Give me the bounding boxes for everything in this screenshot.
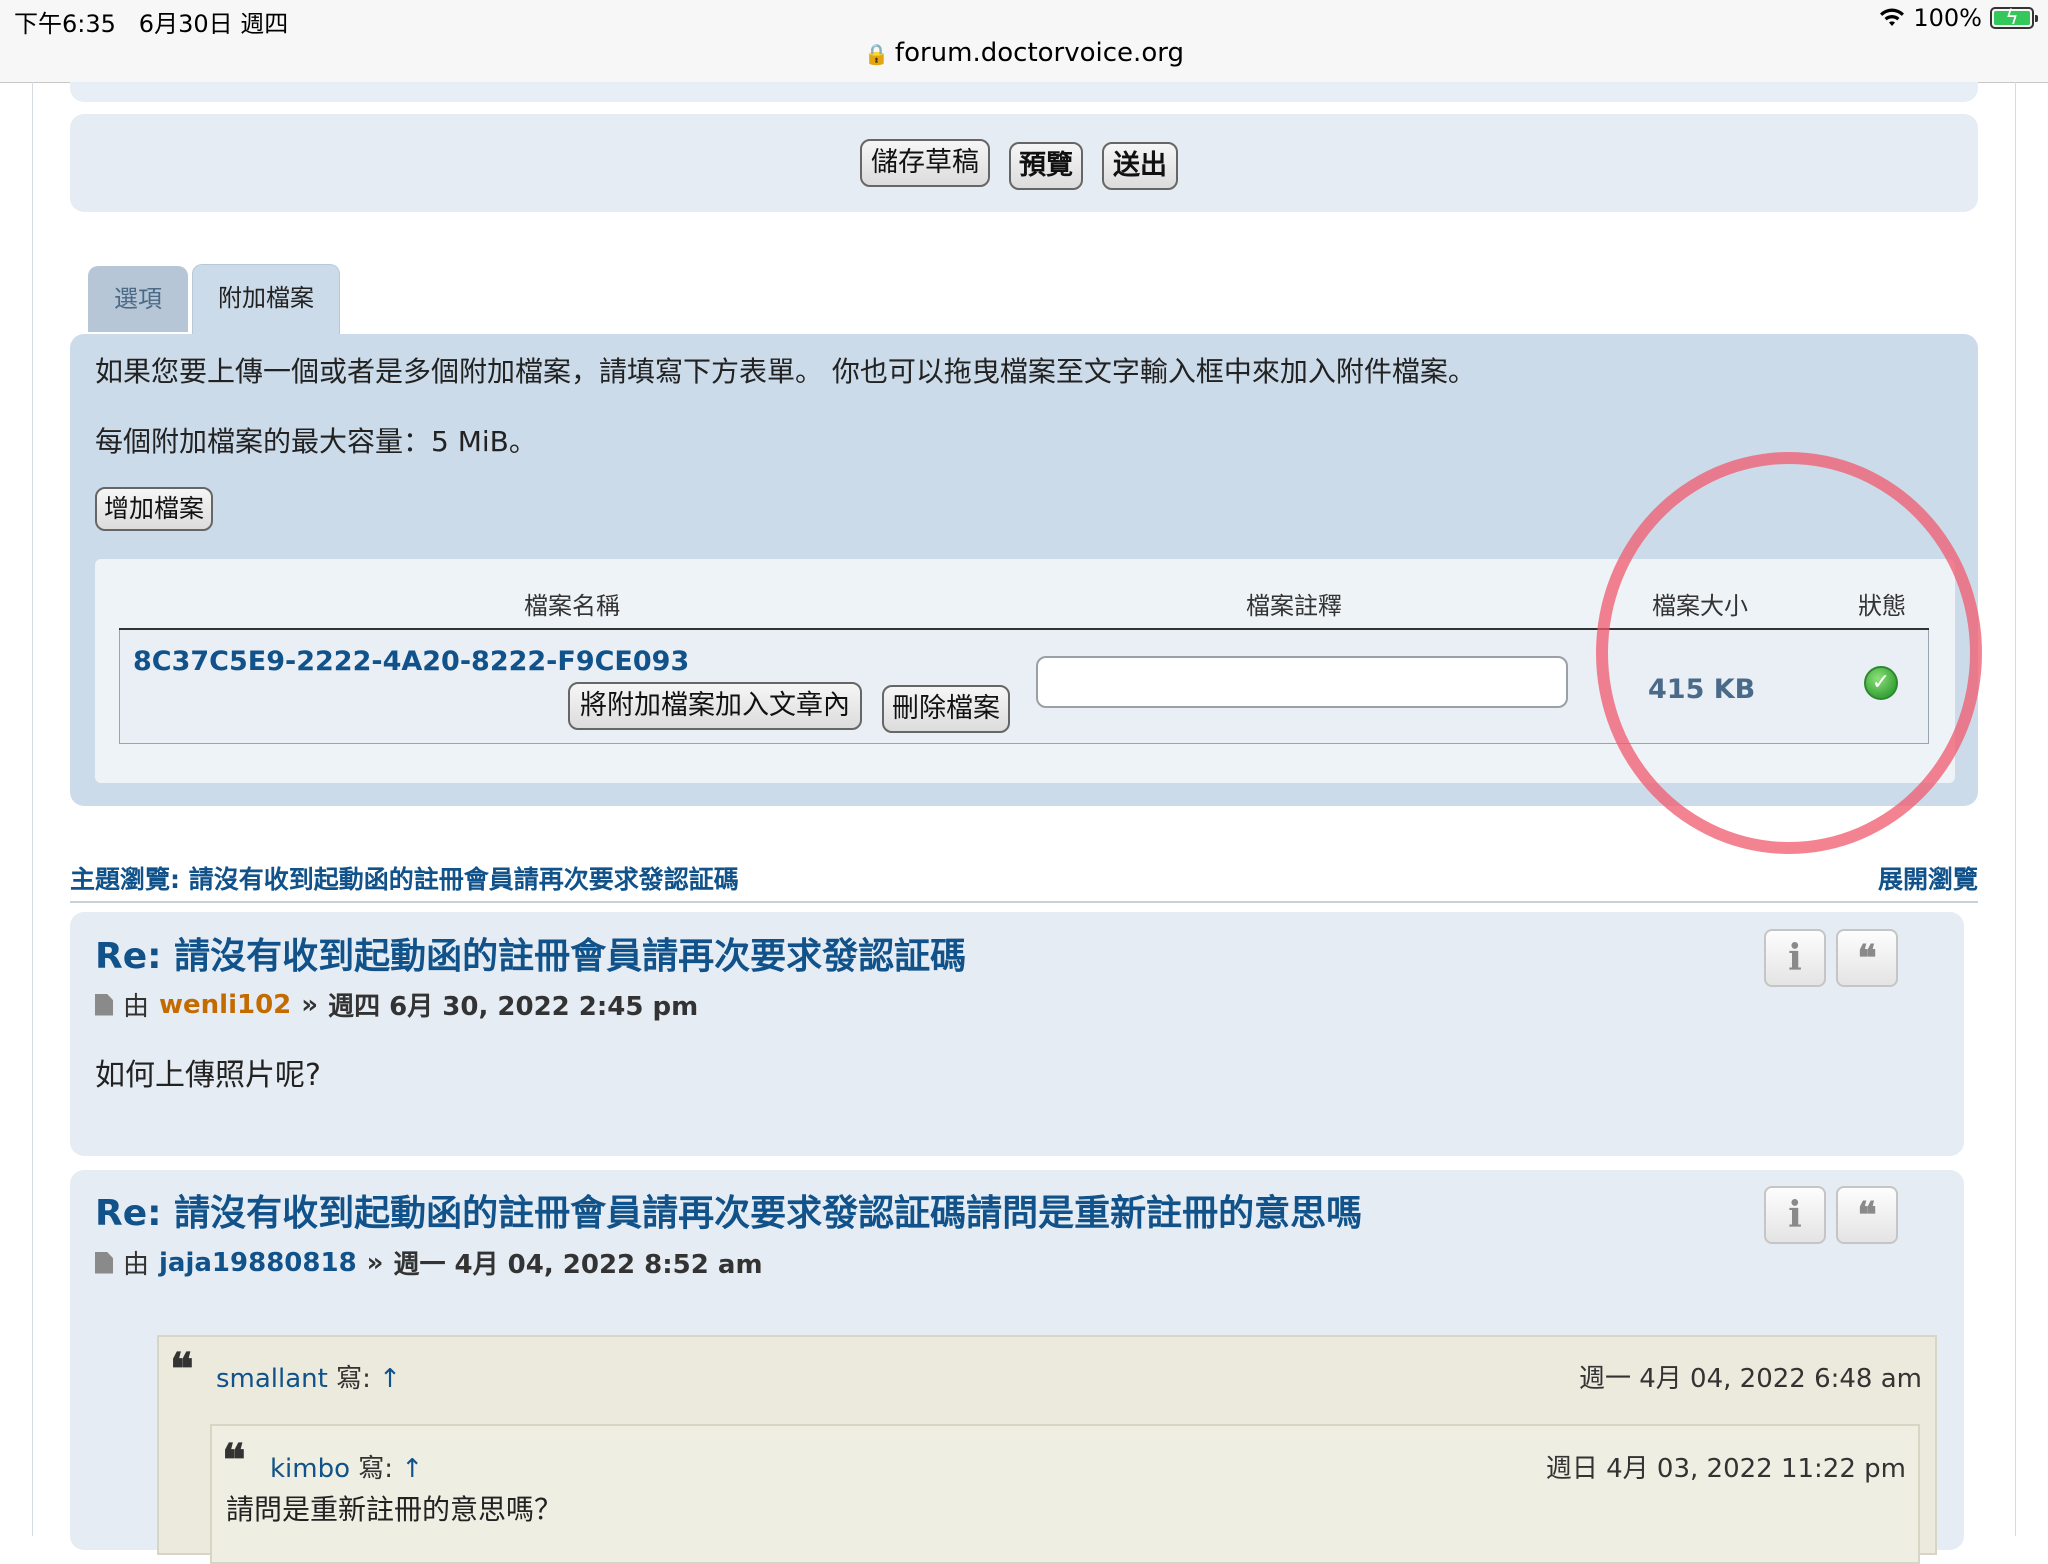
expand-review-link[interactable]: 展開瀏覽 [1878,860,1978,896]
battery-charging-icon: ϟ [1990,5,2038,29]
delete-file-button[interactable]: 刪除檔案 [882,685,1010,733]
status-indicators: 100% ϟ [1879,4,2038,32]
post-body: 如何上傳照片呢? [95,1058,321,1093]
tab-attachments[interactable]: 附加檔案 [192,264,340,334]
attachment-filename[interactable]: 8C37C5E9-2222-4A20-8222-F9CE093 [133,646,705,677]
post-icon[interactable] [95,1251,113,1274]
status-ok-icon: ✓ [1864,666,1898,700]
quote-header: smallant 寫: ↑ [216,1358,401,1395]
clock-text: 下午6:35 [14,10,116,38]
quote-author-link[interactable]: smallant [216,1364,328,1394]
quote-icon: ❝ [222,1435,246,1486]
attachment-comment-input[interactable] [1036,656,1568,708]
attachment-instructions: 如果您要上傳一個或者是多個附加檔案，請填寫下方表單。 你也可以拖曳檔案至文字輸入… [95,355,1476,388]
column-header-size: 檔案大小 [1652,592,1748,620]
post-meta: 由 jaja19880818 » 週一 4月 04, 2022 8:52 am [95,1244,763,1281]
column-header-status: 狀態 [1858,592,1906,620]
post-date: 週一 4月 04, 2022 8:52 am [393,1250,763,1280]
insert-attachment-button[interactable]: 將附加檔案加入文章內 [568,682,862,730]
previous-panel-edge [70,82,1978,102]
post-title[interactable]: Re: 請沒有收到起動函的註冊會員請再次要求發認証碼請問是重新註冊的意思嗎 [95,1184,1362,1236]
status-time: 下午6:35 6月30日 週四 [14,4,288,39]
topic-review-link[interactable]: 主題瀏覽: 請沒有收到起動函的註冊會員請再次要求發認証碼 [70,860,739,896]
column-header-filename: 檔案名稱 [524,592,620,620]
preview-button[interactable]: 預覽 [1009,142,1083,190]
nested-quote-text: 請問是重新註冊的意思嗎？ [226,1493,563,1526]
submit-button[interactable]: 送出 [1102,142,1178,190]
page-frame-left [32,82,33,1536]
attachment-file-size: 415 KB [1648,674,1756,705]
topic-divider [70,901,1978,903]
post-icon[interactable] [95,993,113,1016]
post-quote-button[interactable]: ❝ [1836,1186,1898,1244]
browser-status-bar: 下午6:35 6月30日 週四 100% ϟ 🔒 forum.doctorvoic… [0,0,2048,83]
column-header-comment: 檔案註釋 [1246,592,1342,620]
separator: » [301,989,319,1020]
by-label: 由 [123,1250,150,1280]
quote-author-link[interactable]: kimbo [270,1454,350,1484]
quote-jump-link[interactable]: ↑ [379,1364,401,1394]
lock-icon: 🔒 [864,42,889,66]
post-author-link[interactable]: jaja19880818 [159,1248,357,1278]
post-meta: 由 wenli102 » 週四 6月 30, 2022 2:45 pm [95,986,698,1023]
nested-quote-date: 週日 4月 03, 2022 11:22 pm [1545,1454,1906,1484]
quote-icon: ❝ [170,1344,194,1395]
post-info-button[interactable]: i [1764,1186,1826,1244]
attachment-max-size: 每個附加檔案的最大容量：5 MiB。 [95,425,537,458]
url-text: forum.doctorvoice.org [894,38,1184,68]
quote-date: 週一 4月 04, 2022 6:48 am [1578,1364,1922,1394]
post-date: 週四 6月 30, 2022 2:45 pm [328,992,699,1022]
separator: » [366,1247,384,1278]
add-file-button[interactable]: 增加檔案 [95,487,213,531]
address-bar[interactable]: 🔒 forum.doctorvoice.org [0,38,2048,68]
post-author-link[interactable]: wenli102 [159,990,291,1020]
wrote-label: 寫: [358,1454,394,1484]
by-label: 由 [123,992,150,1022]
battery-percent: 100% [1913,4,1982,32]
wrote-label: 寫: [336,1364,371,1394]
post-title[interactable]: Re: 請沒有收到起動函的註冊會員請再次要求發認証碼 [95,927,966,979]
wifi-icon [1880,8,1905,26]
post-quote-button[interactable]: ❝ [1836,929,1898,987]
page-frame-right [2015,82,2016,1536]
tab-options[interactable]: 選項 [88,266,188,332]
save-draft-button[interactable]: 儲存草稿 [860,139,990,187]
date-text: 6月30日 週四 [138,10,289,38]
post-info-button[interactable]: i [1764,929,1826,987]
quote-jump-link[interactable]: ↑ [401,1454,423,1484]
nested-quote-header: kimbo 寫: ↑ [270,1448,423,1485]
